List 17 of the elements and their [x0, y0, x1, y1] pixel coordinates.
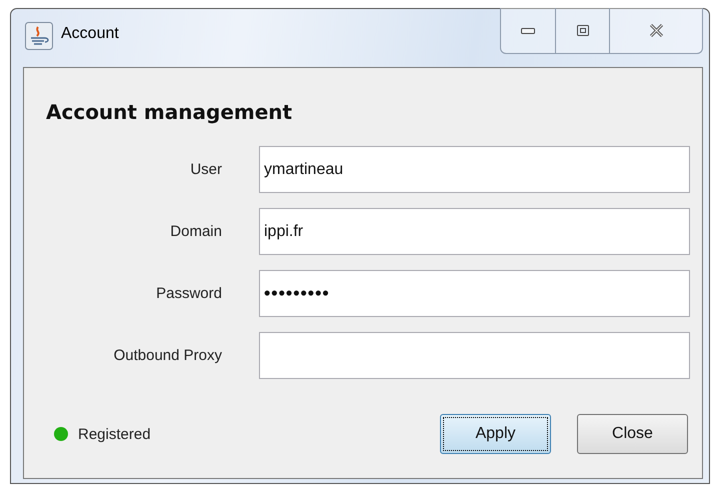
window-title: Account: [61, 25, 119, 43]
text-field[interactable]: ymartineau: [258, 146, 690, 193]
text-field[interactable]: [258, 332, 690, 379]
field-label: Domain: [169, 223, 223, 240]
minimize-icon: [521, 28, 535, 34]
field-label: User: [189, 161, 223, 178]
text-field[interactable]: ippi.fr: [258, 208, 690, 255]
field-label: Password: [155, 285, 223, 302]
app-icon: [25, 22, 53, 50]
form-heading: Account management: [46, 100, 294, 124]
dialog-button[interactable]: Close: [577, 414, 688, 454]
maximize-icon: [576, 25, 588, 36]
status-text: Registered: [78, 426, 152, 442]
text-field[interactable]: •••••••••: [258, 270, 690, 317]
field-label: Outbound Proxy: [112, 347, 223, 364]
close-icon: [648, 24, 664, 37]
dialog-button[interactable]: Apply: [440, 414, 551, 454]
